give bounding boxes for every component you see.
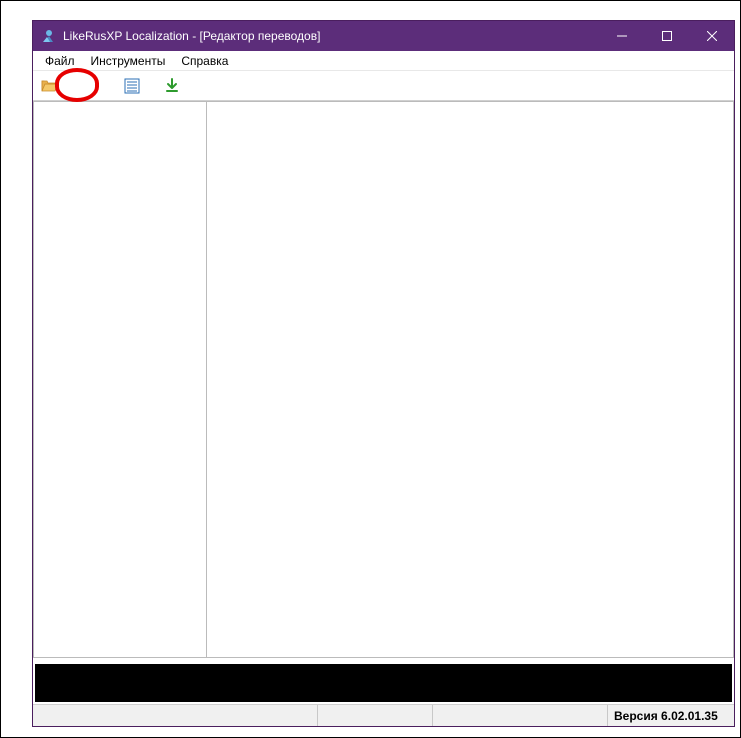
split-container	[33, 101, 734, 658]
app-window: LikeRusXP Localization - [Редактор перев…	[32, 20, 735, 727]
output-panel[interactable]	[35, 664, 732, 702]
detail-pane[interactable]	[207, 102, 733, 657]
maximize-button[interactable]	[644, 21, 689, 51]
outer-frame: LikeRusXP Localization - [Редактор перев…	[0, 0, 741, 738]
list-icon	[124, 78, 140, 94]
close-button[interactable]	[689, 21, 734, 51]
app-icon	[41, 28, 57, 44]
download-button[interactable]	[161, 75, 183, 97]
menubar: Файл Инструменты Справка	[33, 51, 734, 71]
tree-pane[interactable]	[34, 102, 207, 657]
menu-tools[interactable]: Инструменты	[83, 53, 174, 69]
status-cell-2	[318, 705, 433, 726]
menu-file[interactable]: Файл	[37, 53, 83, 69]
window-title: LikeRusXP Localization - [Редактор перев…	[63, 29, 599, 43]
open-button[interactable]	[39, 75, 61, 97]
status-version: Версия 6.02.01.35	[608, 705, 734, 726]
client-area	[33, 101, 734, 704]
toolbar	[33, 71, 734, 101]
download-icon	[165, 78, 179, 94]
minimize-button[interactable]	[599, 21, 644, 51]
folder-open-icon	[41, 78, 59, 94]
status-cell-3	[433, 705, 608, 726]
window-controls	[599, 21, 734, 51]
statusbar: Версия 6.02.01.35	[33, 704, 734, 726]
status-cell-1	[33, 705, 318, 726]
titlebar[interactable]: LikeRusXP Localization - [Редактор перев…	[33, 21, 734, 51]
highlight-annotation	[55, 68, 99, 102]
list-button[interactable]	[121, 75, 143, 97]
menu-help[interactable]: Справка	[173, 53, 236, 69]
